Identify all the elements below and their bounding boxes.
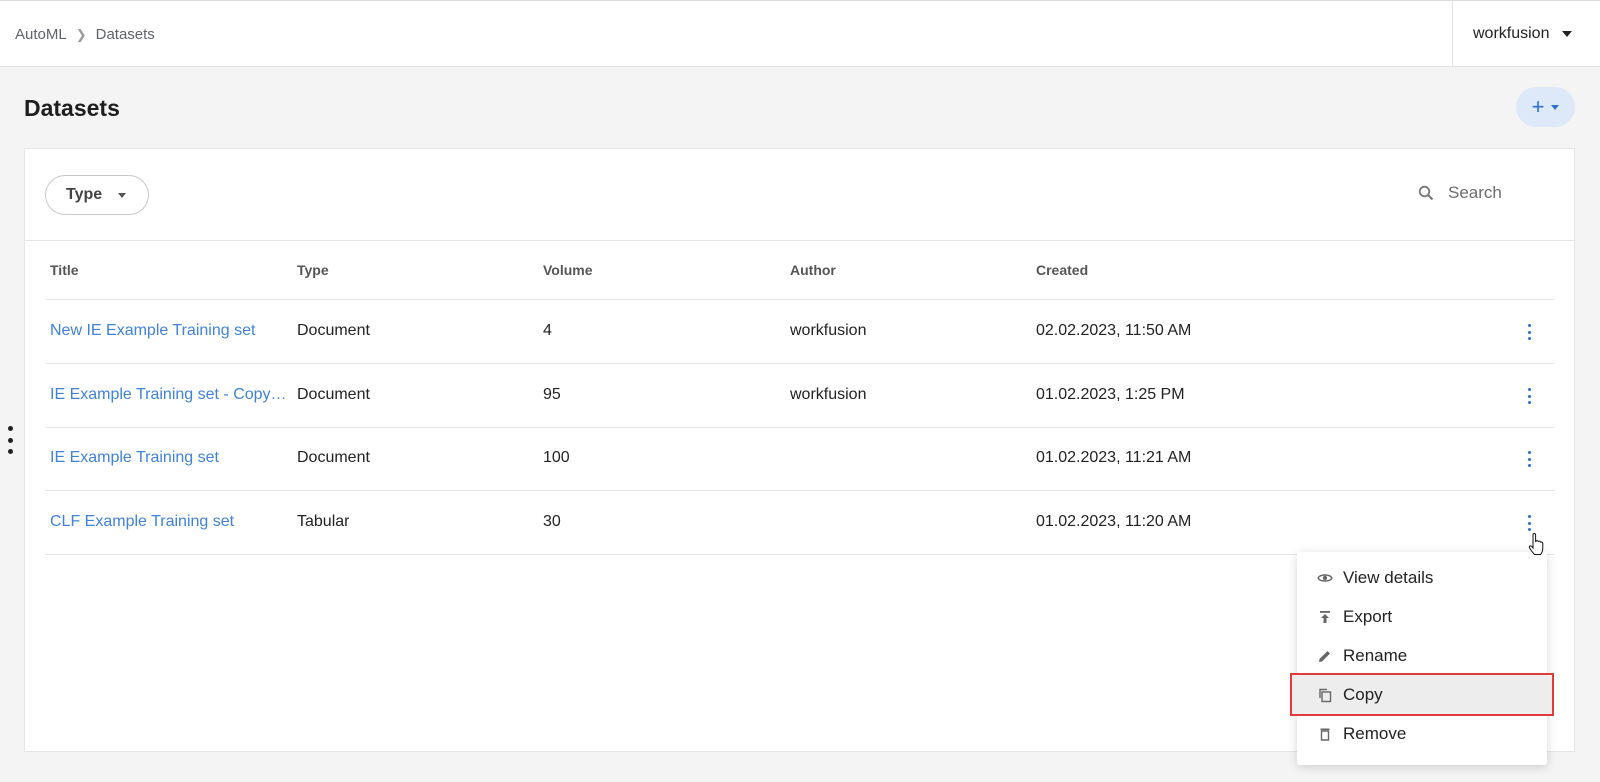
row-type: Document bbox=[297, 322, 370, 339]
row-context-menu: View details Export Rename Copy Remove bbox=[1290, 552, 1554, 765]
breadcrumb: AutoML ❯ Datasets bbox=[15, 26, 155, 43]
column-type[interactable]: Type bbox=[297, 262, 329, 278]
column-author[interactable]: Author bbox=[790, 262, 836, 278]
user-menu[interactable]: workfusion bbox=[1452, 1, 1600, 67]
search-placeholder: Search bbox=[1448, 183, 1502, 202]
user-name: workfusion bbox=[1473, 25, 1550, 42]
search-input[interactable]: Search bbox=[1418, 183, 1502, 203]
row-created: 01.02.2023, 11:20 AM bbox=[1036, 513, 1192, 530]
caret-down-icon bbox=[118, 192, 127, 198]
row-author: workfusion bbox=[790, 322, 867, 339]
row-author: workfusion bbox=[790, 386, 867, 403]
row-actions-icon[interactable] bbox=[1523, 388, 1535, 404]
plus-icon: + bbox=[1531, 94, 1545, 119]
chevron-right-icon: ❯ bbox=[75, 26, 87, 42]
row-created: 01.02.2023, 11:21 AM bbox=[1036, 449, 1192, 466]
menu-item-label: Export bbox=[1343, 606, 1393, 626]
page-title: Datasets bbox=[24, 95, 120, 121]
add-dataset-button[interactable]: + bbox=[1516, 87, 1575, 127]
row-title-link[interactable]: IE Example Training set bbox=[50, 449, 290, 467]
trash-icon bbox=[1320, 728, 1330, 741]
top-bar: AutoML ❯ Datasets workfusion bbox=[0, 0, 1600, 67]
copy-icon bbox=[1319, 688, 1332, 702]
row-type: Document bbox=[297, 386, 370, 403]
table-row: CLF Example Training set Tabular 30 01.0… bbox=[45, 491, 1555, 555]
caret-down-icon bbox=[1551, 104, 1560, 110]
caret-down-icon bbox=[1562, 31, 1573, 37]
row-actions-icon[interactable] bbox=[1523, 451, 1535, 467]
row-volume: 95 bbox=[543, 386, 561, 403]
pencil-icon bbox=[1319, 650, 1330, 662]
menu-item-label: Remove bbox=[1343, 723, 1407, 743]
export-icon bbox=[1320, 610, 1330, 623]
row-title-link[interactable]: New IE Example Training set bbox=[50, 322, 290, 340]
menu-item-remove[interactable]: Remove bbox=[1297, 714, 1547, 753]
row-created: 01.02.2023, 1:25 PM bbox=[1036, 386, 1185, 403]
row-created: 02.02.2023, 11:50 AM bbox=[1036, 322, 1192, 339]
menu-item-label: Copy bbox=[1343, 684, 1383, 704]
row-actions-icon[interactable] bbox=[1523, 515, 1535, 531]
table-header: Title Type Volume Author Created bbox=[45, 241, 1555, 300]
menu-item-copy[interactable]: Copy bbox=[1290, 673, 1554, 716]
menu-item-rename[interactable]: Rename bbox=[1297, 636, 1547, 675]
column-volume[interactable]: Volume bbox=[543, 262, 593, 278]
menu-item-export[interactable]: Export bbox=[1297, 597, 1547, 636]
row-volume: 100 bbox=[543, 449, 570, 466]
type-filter-label: Type bbox=[66, 186, 103, 203]
menu-item-view-details[interactable]: View details bbox=[1297, 558, 1547, 597]
row-type: Document bbox=[297, 449, 370, 466]
row-title-link[interactable]: IE Example Training set - Copy… bbox=[50, 386, 290, 404]
hand-pointer-icon bbox=[1528, 533, 1544, 555]
breadcrumb-datasets: Datasets bbox=[95, 26, 155, 43]
column-title[interactable]: Title bbox=[50, 262, 79, 278]
filter-bar: Type Search bbox=[25, 149, 1574, 241]
table-row: IE Example Training set - Copy… Document… bbox=[45, 364, 1555, 428]
column-created[interactable]: Created bbox=[1036, 262, 1088, 278]
menu-item-label: Rename bbox=[1343, 645, 1408, 665]
eye-icon bbox=[1317, 573, 1333, 582]
breadcrumb-automl[interactable]: AutoML bbox=[15, 26, 67, 43]
search-icon bbox=[1418, 185, 1434, 201]
table-row: New IE Example Training set Document 4 w… bbox=[45, 300, 1555, 364]
table-row: IE Example Training set Document 100 01.… bbox=[45, 427, 1555, 491]
row-title-link[interactable]: CLF Example Training set bbox=[50, 513, 290, 531]
row-volume: 4 bbox=[543, 322, 552, 339]
row-type: Tabular bbox=[297, 513, 350, 530]
row-volume: 30 bbox=[543, 513, 561, 530]
row-actions-icon[interactable] bbox=[1523, 324, 1535, 340]
type-filter-button[interactable]: Type bbox=[45, 175, 149, 215]
side-panel-handle[interactable] bbox=[7, 426, 13, 454]
menu-item-label: View details bbox=[1343, 567, 1434, 587]
